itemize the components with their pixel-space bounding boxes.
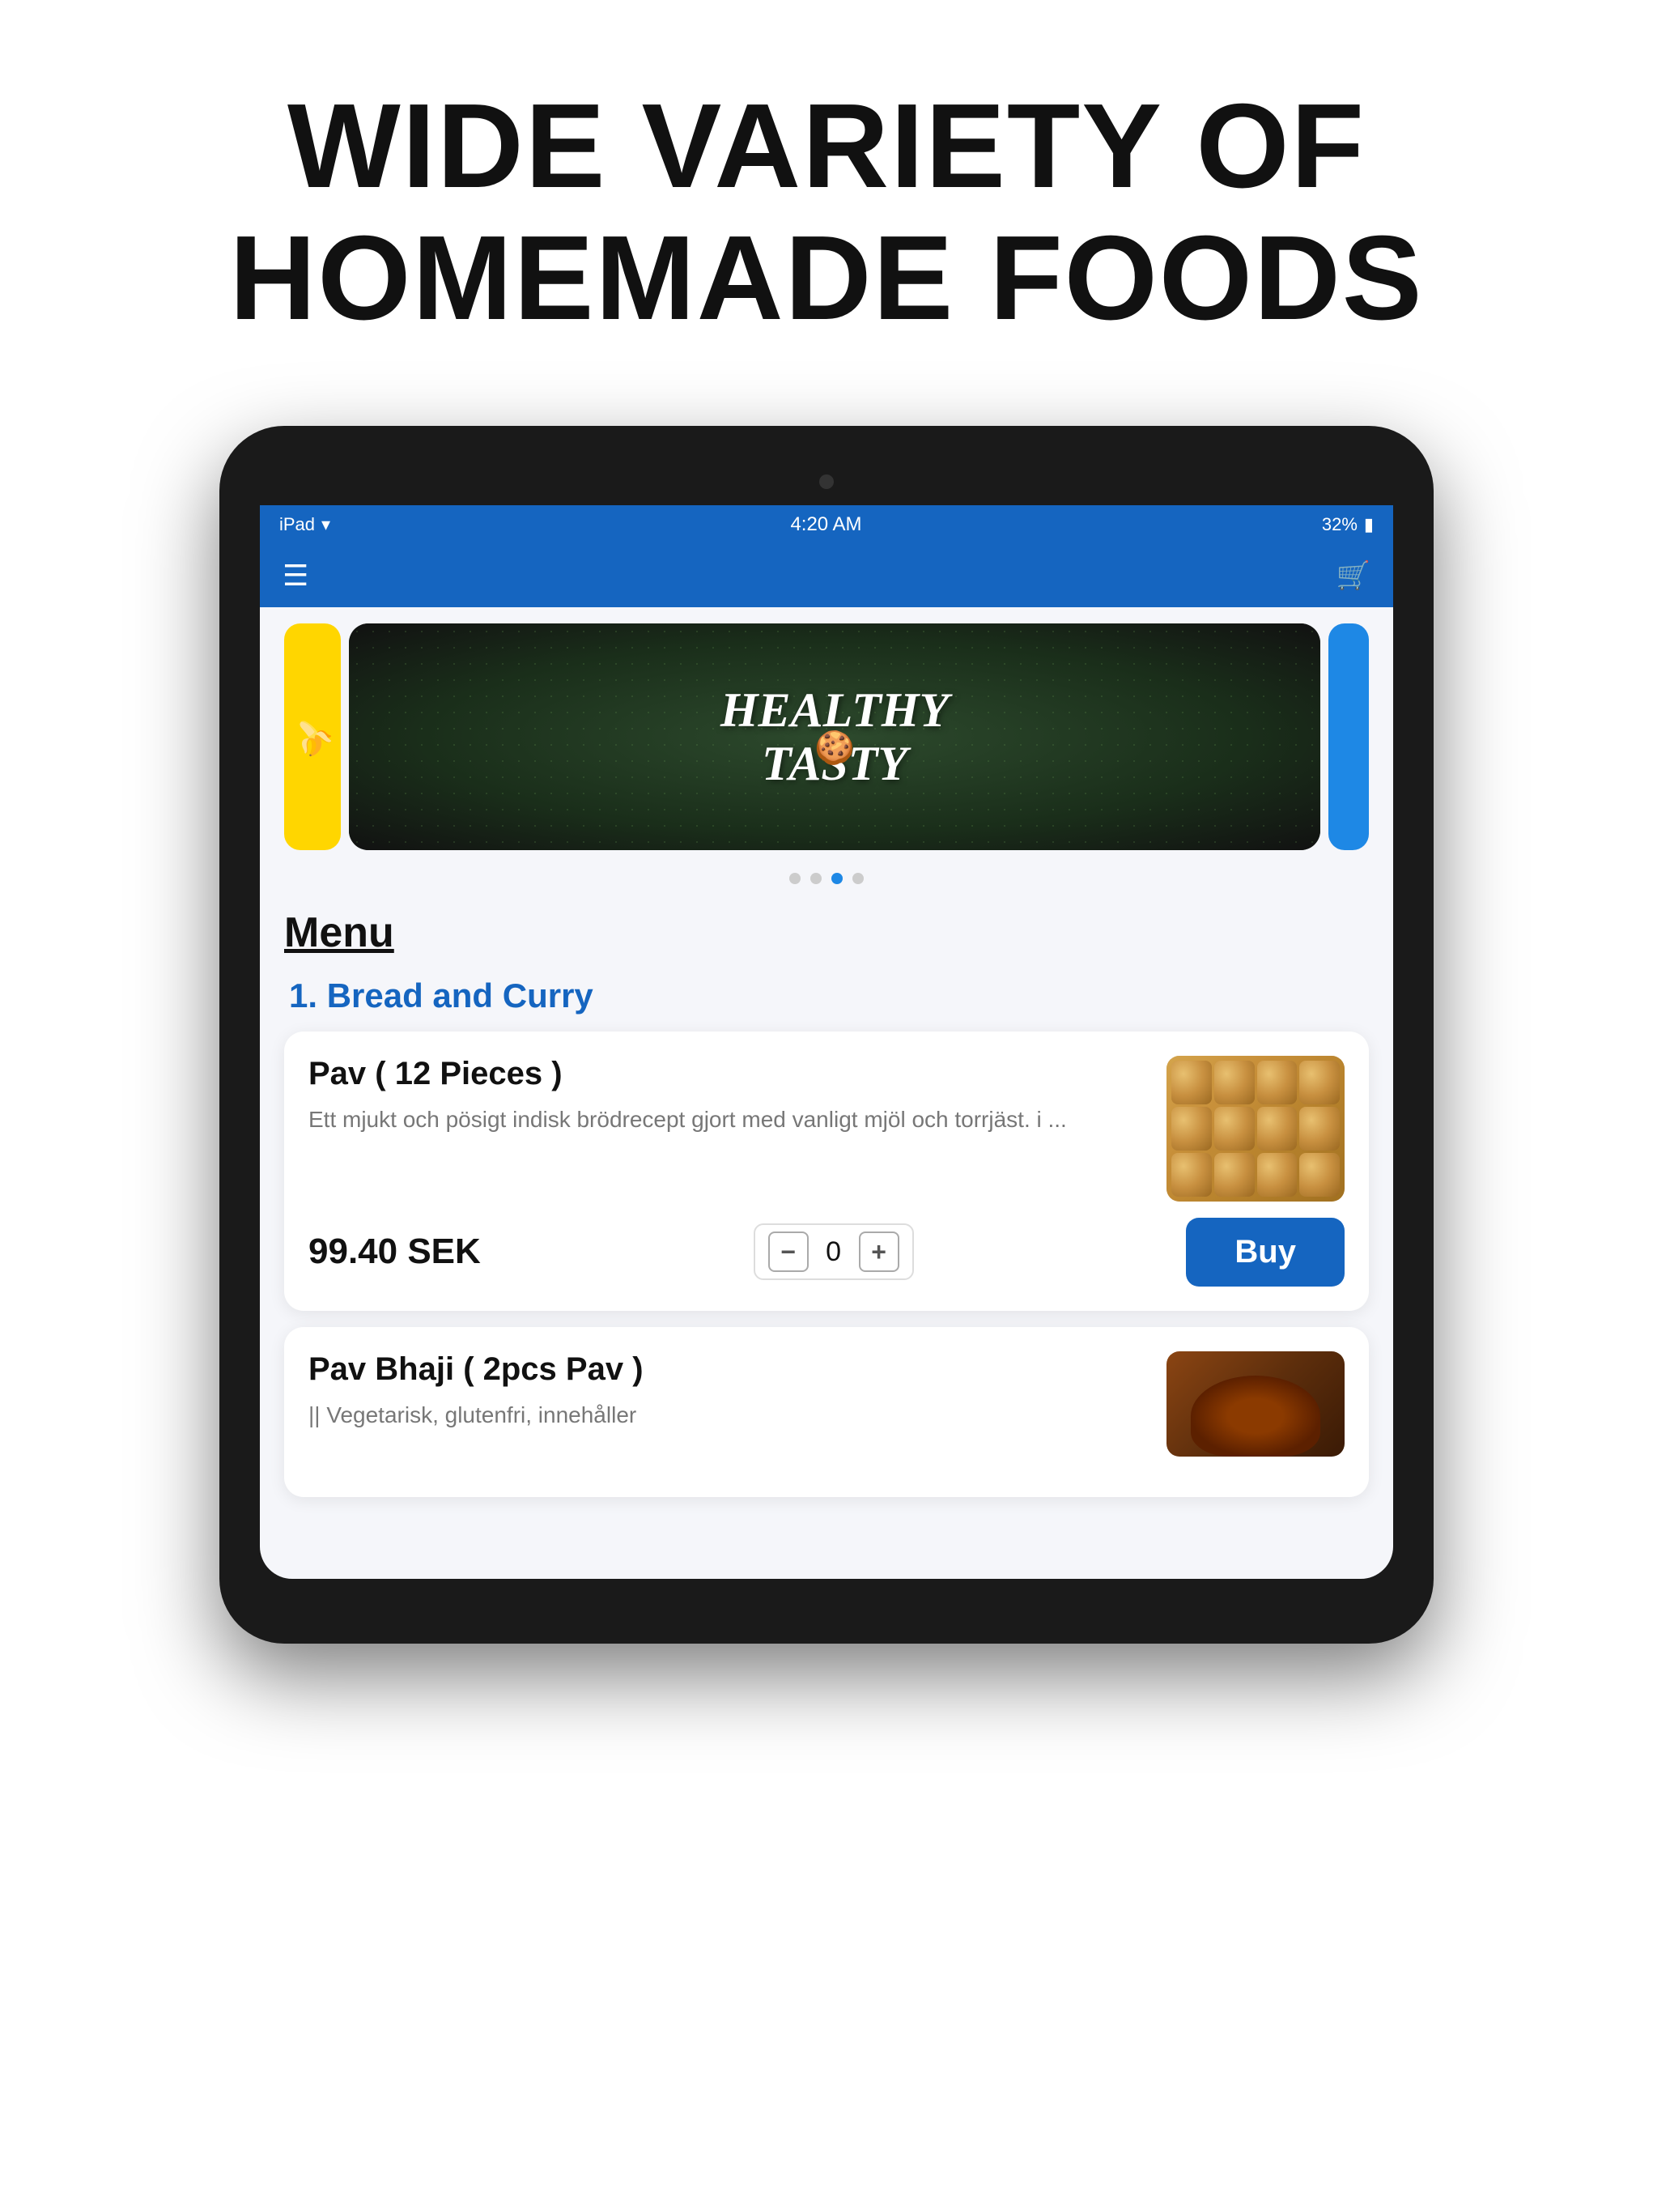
buy-button-pav[interactable]: Buy bbox=[1186, 1218, 1345, 1287]
pav-roll-3 bbox=[1257, 1061, 1298, 1104]
carousel-dot-1[interactable] bbox=[789, 873, 801, 884]
pav-roll-11 bbox=[1257, 1153, 1298, 1197]
food-desc-pav: Ett mjukt och pösigt indisk brödrecept g… bbox=[308, 1104, 1150, 1135]
menu-section: Menu 1. Bread and Curry Pav ( 12 Pieces … bbox=[260, 892, 1393, 1497]
pav-rolls-grid bbox=[1166, 1056, 1345, 1202]
pav-image-content bbox=[1166, 1056, 1345, 1202]
page-header: WIDE VARIETY OF HOMEMADE FOODS bbox=[0, 0, 1653, 393]
tablet-frame: iPad ▾ 4:20 AM 32% ▮ ☰ 🛒 🍌 bbox=[219, 426, 1434, 1644]
headline-line2: HOMEMADE FOODS bbox=[229, 211, 1423, 345]
quantity-value-pav: 0 bbox=[822, 1236, 846, 1268]
pav-roll-1 bbox=[1171, 1061, 1212, 1104]
banner-side-left: 🍌 bbox=[284, 623, 341, 850]
pav-roll-12 bbox=[1299, 1153, 1340, 1197]
pav-roll-2 bbox=[1214, 1061, 1255, 1104]
headline-line1: WIDE VARIETY OF bbox=[287, 79, 1366, 213]
pav-roll-5 bbox=[1171, 1107, 1212, 1151]
food-card-pav-top: Pav ( 12 Pieces ) Ett mjukt och pösigt i… bbox=[308, 1056, 1345, 1202]
wifi-icon: ▾ bbox=[321, 514, 330, 535]
pav-roll-7 bbox=[1257, 1107, 1298, 1151]
carousel-dot-2[interactable] bbox=[810, 873, 822, 884]
hamburger-menu-button[interactable]: ☰ bbox=[283, 559, 308, 593]
device-label: iPad bbox=[279, 514, 315, 535]
category-bread-curry: 1. Bread and Curry bbox=[284, 976, 1369, 1015]
food-card-bhaji-top: Pav Bhaji ( 2pcs Pav ) || Vegetarisk, gl… bbox=[308, 1351, 1345, 1457]
cookie-icon: 🍪 bbox=[814, 729, 855, 767]
pav-roll-8 bbox=[1299, 1107, 1340, 1151]
banner-main-slide: HEALTHY TASTY 🍪 bbox=[349, 623, 1320, 850]
food-name-pav: Pav ( 12 Pieces ) bbox=[308, 1056, 1150, 1092]
quantity-control-pav[interactable]: − 0 + bbox=[754, 1223, 914, 1280]
banner-side-right bbox=[1328, 623, 1369, 850]
nav-bar: ☰ 🛒 bbox=[260, 544, 1393, 607]
pav-roll-6 bbox=[1214, 1107, 1255, 1151]
page-headline: WIDE VARIETY OF HOMEMADE FOODS bbox=[65, 81, 1588, 345]
status-time: 4:20 AM bbox=[790, 513, 861, 536]
carousel-dot-4[interactable] bbox=[852, 873, 864, 884]
food-card-bhaji-info: Pav Bhaji ( 2pcs Pav ) || Vegetarisk, gl… bbox=[308, 1351, 1150, 1457]
food-image-pav bbox=[1166, 1056, 1345, 1202]
food-image-bhaji bbox=[1166, 1351, 1345, 1457]
food-card-pav-info: Pav ( 12 Pieces ) Ett mjukt och pösigt i… bbox=[308, 1056, 1150, 1202]
battery-icon: ▮ bbox=[1364, 514, 1374, 535]
banner-carousel[interactable]: 🍌 HEALTHY TASTY 🍪 bbox=[260, 607, 1393, 858]
status-right: 32% ▮ bbox=[1322, 514, 1374, 535]
battery-label: 32% bbox=[1322, 514, 1358, 535]
food-desc-bhaji: || Vegetarisk, glutenfri, innehåller bbox=[308, 1399, 1150, 1431]
minus-button-pav[interactable]: − bbox=[768, 1231, 809, 1272]
tablet-wrapper: iPad ▾ 4:20 AM 32% ▮ ☰ 🛒 🍌 bbox=[219, 426, 1434, 1644]
bhaji-bowl-shape bbox=[1191, 1376, 1320, 1457]
food-card-pav-bottom: 99.40 SEK − 0 + Buy bbox=[308, 1218, 1345, 1287]
food-card-pav-bhaji: Pav Bhaji ( 2pcs Pav ) || Vegetarisk, gl… bbox=[284, 1327, 1369, 1497]
food-name-bhaji: Pav Bhaji ( 2pcs Pav ) bbox=[308, 1351, 1150, 1388]
banana-decoration: 🍌 bbox=[286, 710, 340, 764]
category-name: 1. Bread and Curry bbox=[289, 976, 593, 1015]
plus-button-pav[interactable]: + bbox=[859, 1231, 899, 1272]
carousel-dot-3[interactable] bbox=[831, 873, 843, 884]
pav-roll-9 bbox=[1171, 1153, 1212, 1197]
status-bar: iPad ▾ 4:20 AM 32% ▮ bbox=[260, 505, 1393, 544]
menu-title: Menu bbox=[284, 908, 1369, 957]
food-price-pav: 99.40 SEK bbox=[308, 1231, 481, 1272]
status-left: iPad ▾ bbox=[279, 514, 330, 535]
food-card-pav: Pav ( 12 Pieces ) Ett mjukt och pösigt i… bbox=[284, 1032, 1369, 1311]
tablet-camera bbox=[819, 474, 834, 489]
carousel-dots[interactable] bbox=[260, 858, 1393, 892]
cart-button[interactable]: 🛒 bbox=[1336, 559, 1370, 592]
pav-roll-10 bbox=[1214, 1153, 1255, 1197]
pav-roll-4 bbox=[1299, 1061, 1340, 1104]
screen-content: 🍌 HEALTHY TASTY 🍪 bbox=[260, 607, 1393, 1579]
